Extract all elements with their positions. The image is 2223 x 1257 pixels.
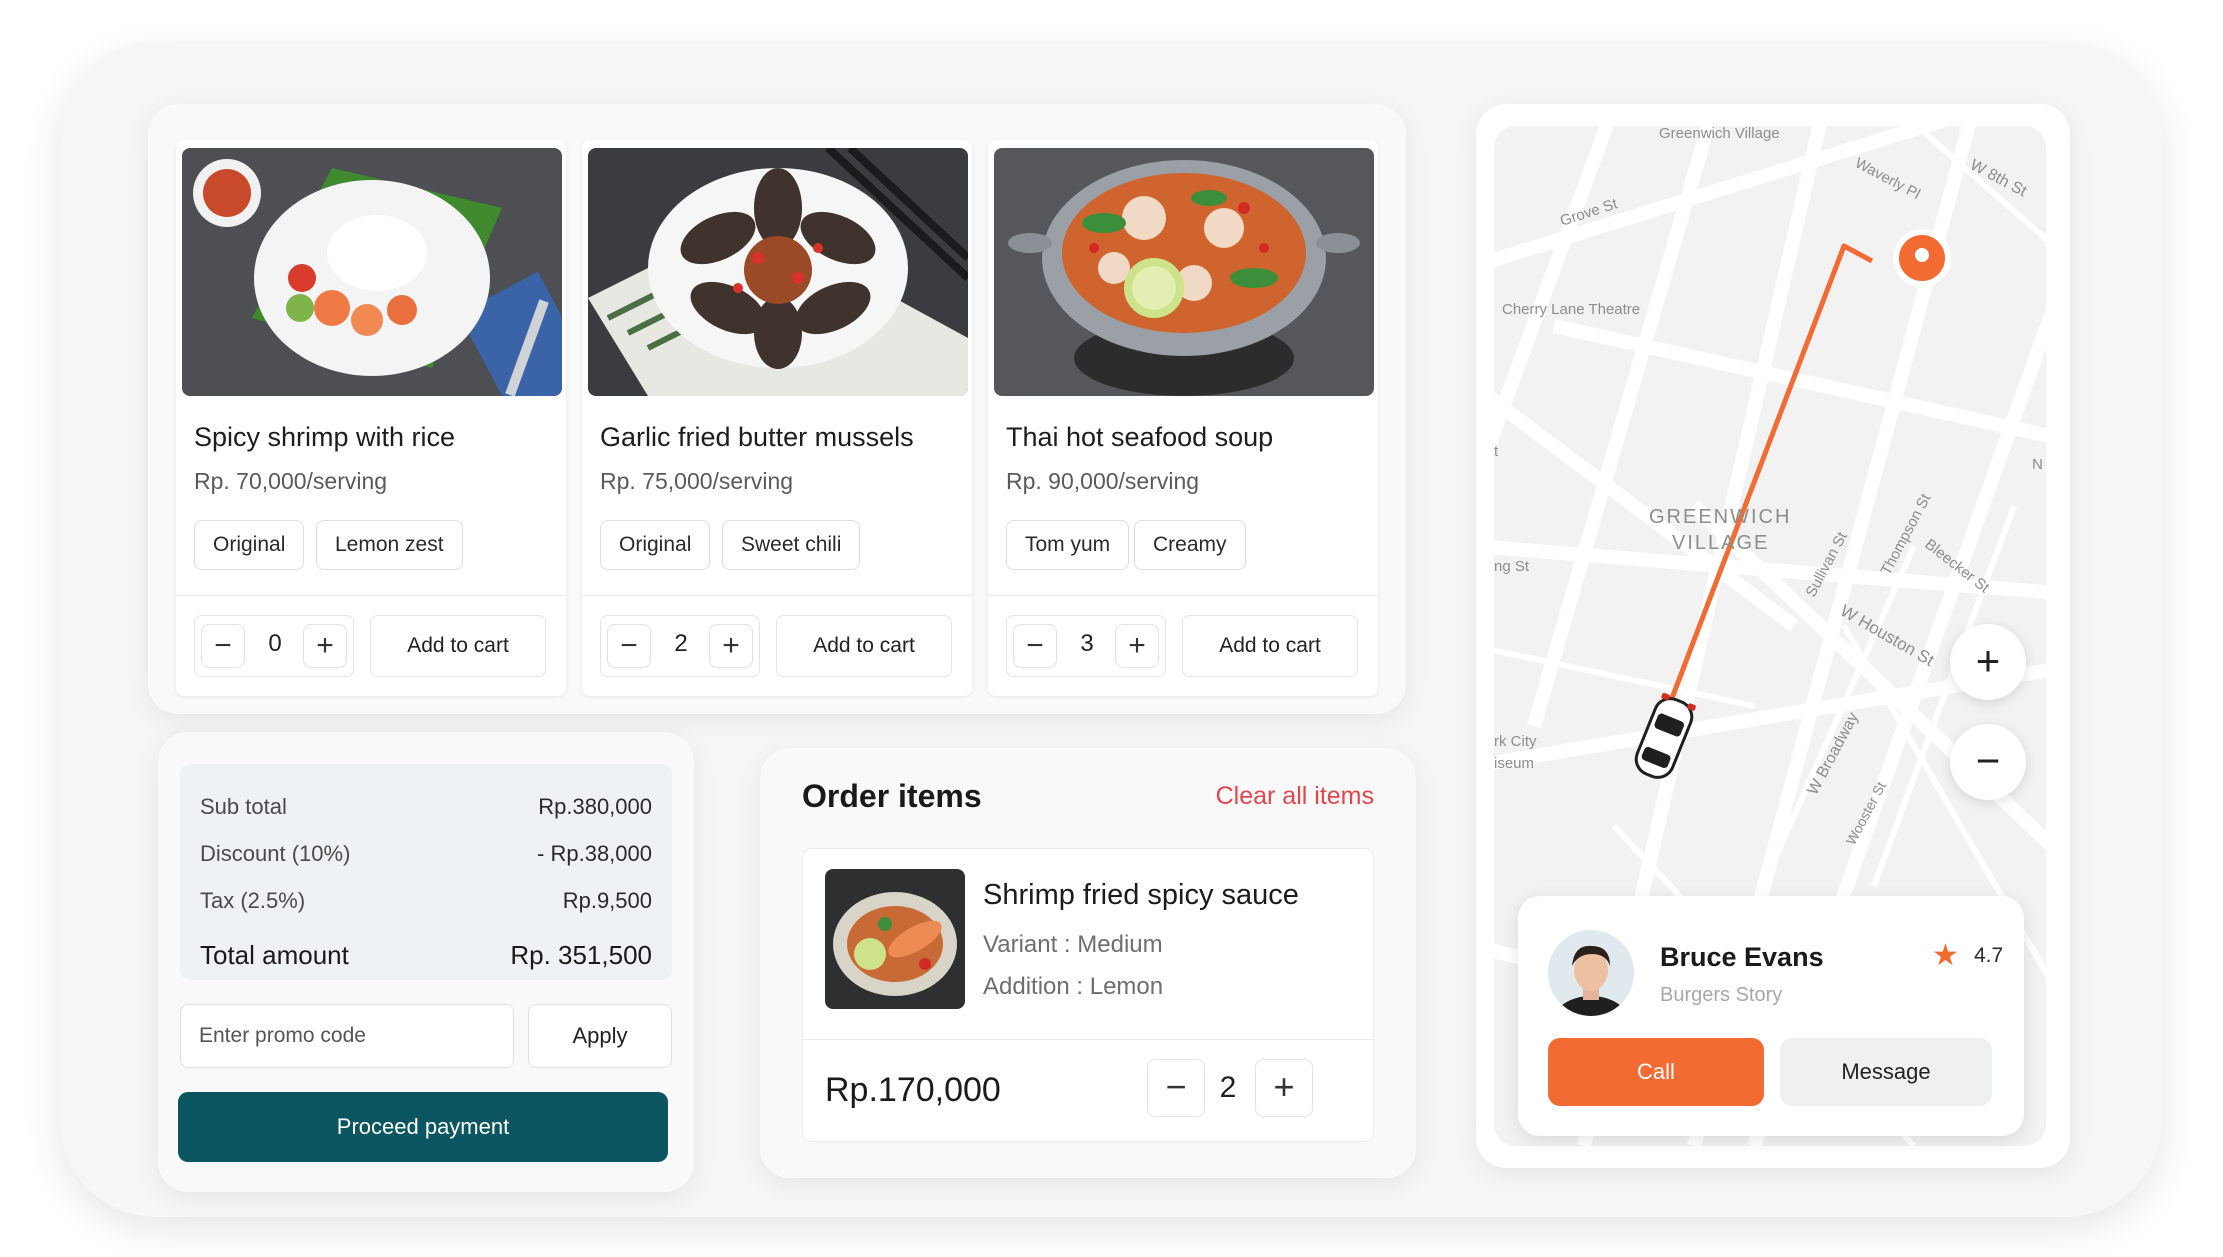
order-item-name: Shrimp fried spicy sauce — [983, 879, 1299, 911]
decrement-button[interactable]: − — [1147, 1059, 1205, 1117]
dish-name: Thai hot seafood soup — [1006, 422, 1274, 452]
dish-name: Spicy shrimp with rice — [194, 422, 456, 452]
divider — [176, 595, 566, 596]
menu-card-seafood-soup: Thai hot seafood soup Rp. 90,000/serving… — [988, 140, 1378, 696]
map-label: Cherry Lane Theatre — [1502, 301, 1640, 318]
map-label: N — [2032, 456, 2043, 473]
decrement-button[interactable]: − — [1013, 624, 1057, 668]
quantity-stepper: − 0 + — [194, 615, 354, 677]
order-item-price: Rp.170,000 — [825, 1071, 1001, 1109]
variant-chip[interactable]: Lemon zest — [316, 520, 463, 570]
subtotal-value: Rp.380,000 — [538, 794, 652, 819]
promo-code-input[interactable] — [180, 1004, 514, 1068]
map-label: GREENWICH — [1649, 506, 1791, 528]
divider — [803, 1039, 1373, 1040]
food-photo — [994, 148, 1374, 396]
tax-label: Tax (2.5%) — [200, 888, 306, 913]
quantity-stepper: − 2 + — [600, 615, 760, 677]
map-label: iseum — [1494, 755, 1534, 772]
quantity-stepper: − 3 + — [1006, 615, 1166, 677]
dish-price: Rp. 90,000/serving — [1006, 468, 1200, 494]
order-item-photo — [825, 869, 965, 1009]
total-row: Total amount Rp. 351,500 — [200, 940, 652, 971]
driver-card: Bruce Evans Burgers Story ★ 4.7 Call Mes… — [1518, 896, 2024, 1136]
payment-summary-panel: Sub total Rp.380,000 Discount (10%) - Rp… — [158, 732, 694, 1192]
quantity-value: 3 — [1080, 630, 1094, 657]
driver-name: Bruce Evans — [1660, 942, 1824, 972]
variant-chip[interactable]: Creamy — [1134, 520, 1246, 570]
decrement-button[interactable]: − — [201, 624, 245, 668]
total-value: Rp. 351,500 — [510, 940, 652, 970]
food-photo — [588, 148, 968, 396]
zoom-out-button[interactable]: − — [1950, 724, 2026, 800]
order-items-panel: Order items Clear all items Shrimp fried… — [760, 748, 1416, 1178]
increment-button[interactable]: + — [303, 624, 347, 668]
variant-chip[interactable]: Tom yum — [1006, 520, 1130, 570]
map-label: ng St — [1494, 558, 1530, 575]
driver-rating: 4.7 — [1974, 944, 2004, 967]
order-item-variant: Variant : Medium — [983, 931, 1163, 958]
proceed-payment-button[interactable]: Proceed payment — [178, 1092, 668, 1162]
increment-button[interactable]: + — [1115, 624, 1159, 668]
total-label: Total amount — [200, 940, 349, 970]
menu-card-spicy-shrimp: Spicy shrimp with rice Rp. 70,000/servin… — [176, 140, 566, 696]
dish-price: Rp. 75,000/serving — [600, 468, 794, 494]
message-button[interactable]: Message — [1780, 1038, 1992, 1106]
decrement-button[interactable]: − — [607, 624, 651, 668]
call-button[interactable]: Call — [1548, 1038, 1764, 1106]
discount-value: - Rp.38,000 — [537, 841, 652, 866]
add-to-cart-button[interactable]: Add to cart — [1182, 615, 1358, 677]
driver-company: Burgers Story — [1660, 984, 1783, 1006]
apply-promo-button[interactable]: Apply — [528, 1004, 672, 1068]
divider — [582, 595, 972, 596]
order-item-card: Shrimp fried spicy sauce Variant : Mediu… — [802, 848, 1374, 1142]
tax-row: Tax (2.5%) Rp.9,500 — [200, 888, 652, 914]
price-breakdown: Sub total Rp.380,000 Discount (10%) - Rp… — [180, 764, 672, 980]
discount-label: Discount (10%) — [200, 841, 351, 866]
delivery-tracking-panel: Greenwich Village Waverly Pl W 8th St Gr… — [1476, 104, 2070, 1168]
variant-chip[interactable]: Original — [194, 520, 305, 570]
quantity-value: 2 — [674, 630, 688, 657]
order-items-title: Order items — [802, 778, 982, 814]
map-label: rk City — [1494, 733, 1537, 750]
zoom-in-button[interactable]: + — [1950, 624, 2026, 700]
avatar — [1548, 930, 1634, 1016]
order-item-addition: Addition : Lemon — [983, 973, 1164, 1000]
quantity-value: 0 — [268, 630, 282, 657]
discount-row: Discount (10%) - Rp.38,000 — [200, 841, 652, 867]
tax-value: Rp.9,500 — [562, 888, 652, 913]
add-to-cart-button[interactable]: Add to cart — [370, 615, 546, 677]
menu-card-garlic-mussels: Garlic fried butter mussels Rp. 75,000/s… — [582, 140, 972, 696]
subtotal-row: Sub total Rp.380,000 — [200, 794, 652, 820]
variant-chip[interactable]: Sweet chili — [722, 520, 861, 570]
clear-all-items-link[interactable]: Clear all items — [1216, 782, 1374, 811]
map-label: Greenwich Village — [1659, 126, 1780, 142]
star-icon: ★ — [1932, 939, 1959, 972]
variant-chip[interactable]: Original — [600, 520, 711, 570]
dish-name: Garlic fried butter mussels — [600, 422, 914, 452]
add-to-cart-button[interactable]: Add to cart — [776, 615, 952, 677]
map-label: VILLAGE — [1672, 532, 1769, 554]
subtotal-label: Sub total — [200, 794, 287, 819]
dish-price: Rp. 70,000/serving — [194, 468, 388, 494]
divider — [988, 595, 1378, 596]
order-quantity-value: 2 — [1219, 1071, 1237, 1104]
food-photo — [182, 148, 562, 396]
increment-button[interactable]: + — [1255, 1059, 1313, 1117]
increment-button[interactable]: + — [709, 624, 753, 668]
